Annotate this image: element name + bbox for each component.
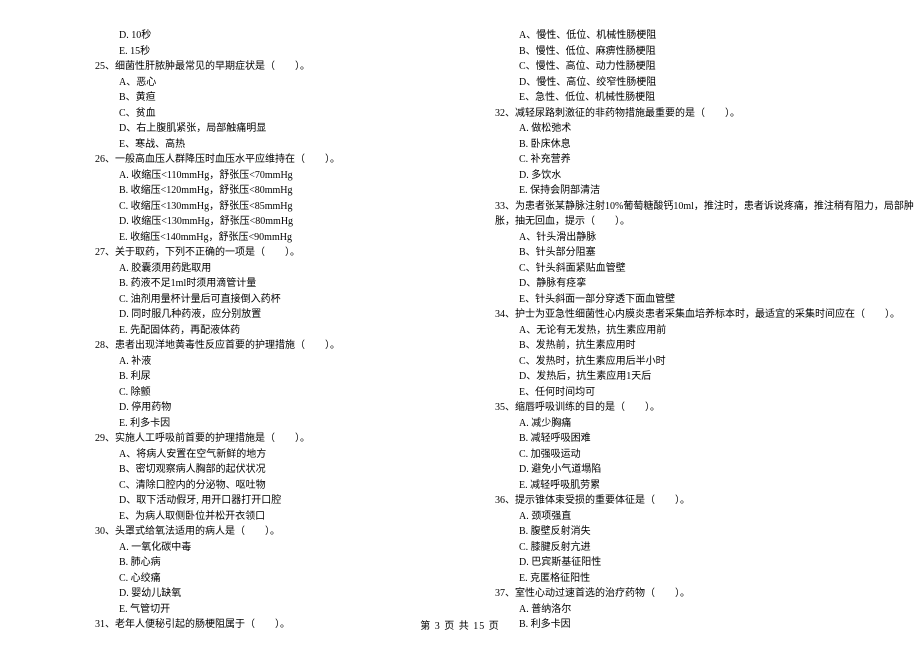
option-line: C. 补充营养 (495, 152, 914, 168)
option-line: B. 卧床休息 (495, 137, 914, 153)
option-line: C. 收缩压<130mmHg，舒张压<85mmHg (95, 199, 455, 215)
option-line: A. 收缩压<110mmHg，舒张压<70mmHg (95, 168, 455, 184)
option-line: B、针头部分阻塞 (495, 245, 914, 261)
option-line: A. 减少胸痛 (495, 416, 914, 432)
option-line: C、慢性、高位、动力性肠梗阻 (495, 59, 914, 75)
option-line: B. 腹壁反射消失 (495, 524, 914, 540)
option-line: A、针头滑出静脉 (495, 230, 914, 246)
option-line: B. 减轻呼吸困难 (495, 431, 914, 447)
option-line: D. 停用药物 (95, 400, 455, 416)
option-line: B. 肺心病 (95, 555, 455, 571)
option-line: C. 除颤 (95, 385, 455, 401)
option-line: A、无论有无发热，抗生素应用前 (495, 323, 914, 339)
right-column: A、慢性、低位、机械性肠梗阻B、慢性、低位、麻痹性肠梗阻C、慢性、高位、动力性肠… (495, 28, 914, 633)
option-line: D. 避免小气道塌陷 (495, 462, 914, 478)
option-line: C. 膝腱反射亢进 (495, 540, 914, 556)
option-line: A. 颈项强直 (495, 509, 914, 525)
question-line: 27、关于取药，下列不正确的一项是（ ）。 (95, 245, 455, 261)
option-line: A. 一氧化碳中毒 (95, 540, 455, 556)
question-line: 37、室性心动过速首选的治疗药物（ ）。 (495, 586, 914, 602)
option-line: E、针头斜面一部分穿透下面血管壁 (495, 292, 914, 308)
question-line: 26、一般高血压人群降压时血压水平应维持在（ ）。 (95, 152, 455, 168)
option-line: C、针头斜面紧贴血管壁 (495, 261, 914, 277)
option-line: D、右上腹肌紧张，局部触痛明显 (95, 121, 455, 137)
option-line: D、取下活动假牙, 用开口器打开口腔 (95, 493, 455, 509)
option-line: B、密切观察病人胸部的起伏状况 (95, 462, 455, 478)
option-line: C、贫血 (95, 106, 455, 122)
option-line: A、恶心 (95, 75, 455, 91)
option-line: E. 15秒 (95, 44, 455, 60)
option-line: D. 多饮水 (495, 168, 914, 184)
option-line: B. 利尿 (95, 369, 455, 385)
option-line: D. 收缩压<130mmHg，舒张压<80mmHg (95, 214, 455, 230)
left-column: D. 10秒E. 15秒25、细菌性肝脓肿最常见的早期症状是（ ）。A、恶心B、… (95, 28, 455, 633)
option-line: E、任何时间均可 (495, 385, 914, 401)
question-line: 29、实施人工呼吸前首要的护理措施是（ ）。 (95, 431, 455, 447)
option-line: E、为病人取侧卧位并松开衣领口 (95, 509, 455, 525)
option-line: E. 减轻呼吸肌劳累 (495, 478, 914, 494)
option-line: B. 收缩压<120mmHg，舒张压<80mmHg (95, 183, 455, 199)
option-line: C. 心绞痛 (95, 571, 455, 587)
option-line: E、急性、低位、机械性肠梗阻 (495, 90, 914, 106)
option-line: D、慢性、高位、绞窄性肠梗阻 (495, 75, 914, 91)
option-line: D. 巴宾斯基征阳性 (495, 555, 914, 571)
question-line: 28、患者出现洋地黄毒性反应首要的护理措施（ ）。 (95, 338, 455, 354)
option-line: C. 油剂用量杯计量后可直接倒入药杯 (95, 292, 455, 308)
option-line: A. 补液 (95, 354, 455, 370)
option-line: A. 普纳洛尔 (495, 602, 914, 618)
option-line: D、静脉有痉挛 (495, 276, 914, 292)
page-footer: 第 3 页 共 15 页 (0, 617, 920, 632)
option-line: C、发热时，抗生素应用后半小时 (495, 354, 914, 370)
option-line: C、清除口腔内的分泌物、呕吐物 (95, 478, 455, 494)
question-line: 35、缩唇呼吸训练的目的是（ ）。 (495, 400, 914, 416)
question-line: 25、细菌性肝脓肿最常见的早期症状是（ ）。 (95, 59, 455, 75)
question-line: 胀，抽无回血，提示（ ）。 (495, 214, 914, 230)
option-line: A. 做松弛术 (495, 121, 914, 137)
option-line: A. 胶囊须用药匙取用 (95, 261, 455, 277)
option-line: B、发热前，抗生素应用时 (495, 338, 914, 354)
option-line: E. 保持会阴部清洁 (495, 183, 914, 199)
question-line: 33、为患者张某静脉注射10%葡萄糖酸钙10ml，推注时，患者诉说疼痛，推注稍有… (495, 199, 914, 215)
option-line: E、寒战、高热 (95, 137, 455, 153)
question-line: 30、头罩式给氧法适用的病人是（ ）。 (95, 524, 455, 540)
option-line: D、发热后，抗生素应用1天后 (495, 369, 914, 385)
option-line: E. 气管切开 (95, 602, 455, 618)
option-line: A、将病人安置在空气新鲜的地方 (95, 447, 455, 463)
option-line: B. 药液不足1ml时须用滴管计量 (95, 276, 455, 292)
option-line: D. 10秒 (95, 28, 455, 44)
option-line: C. 加强吸运动 (495, 447, 914, 463)
option-line: D. 同时服几种药液，应分别放置 (95, 307, 455, 323)
option-line: B、黄疸 (95, 90, 455, 106)
option-line: E. 利多卡因 (95, 416, 455, 432)
question-line: 36、提示锥体束受损的重要体征是（ ）。 (495, 493, 914, 509)
option-line: E. 收缩压<140mmHg，舒张压<90mmHg (95, 230, 455, 246)
option-line: E. 克匿格征阳性 (495, 571, 914, 587)
option-line: D. 婴幼儿缺氧 (95, 586, 455, 602)
option-line: B、慢性、低位、麻痹性肠梗阻 (495, 44, 914, 60)
page-content: D. 10秒E. 15秒25、细菌性肝脓肿最常见的早期症状是（ ）。A、恶心B、… (0, 0, 920, 663)
question-line: 34、护士为亚急性细菌性心内膜炎患者采集血培养标本时，最适宜的采集时间应在（ ）… (495, 307, 914, 323)
question-line: 32、减轻尿路刺激征的非药物措施最重要的是（ ）。 (495, 106, 914, 122)
option-line: E. 先配固体药，再配液体药 (95, 323, 455, 339)
option-line: A、慢性、低位、机械性肠梗阻 (495, 28, 914, 44)
